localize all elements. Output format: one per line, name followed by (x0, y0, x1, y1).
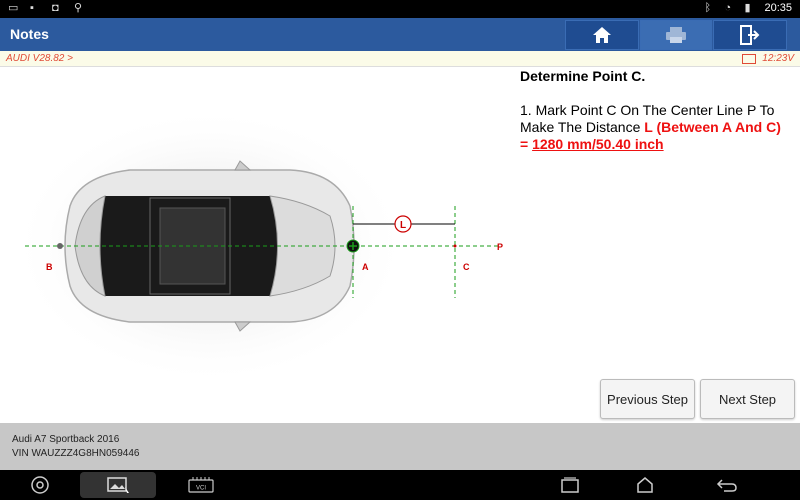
home-button[interactable] (565, 20, 639, 50)
next-step-button[interactable]: Next Step (700, 379, 795, 419)
image-icon: ▭ (8, 2, 19, 14)
vehicle-vin: VIN WAUZZZ4G8HN059446 (12, 448, 140, 459)
step-instruction: 1. Mark Point C On The Center Line P To … (520, 102, 800, 153)
instruction-equals: = (520, 136, 533, 152)
label-c: C (463, 262, 470, 272)
instruction-value: 1280 mm/50.40 inch (532, 136, 664, 152)
instruction-highlight: L (Between A And C) (644, 119, 781, 135)
home-icon (593, 27, 611, 43)
page-title: Notes (10, 26, 49, 42)
label-l: L (400, 220, 406, 231)
usb-icon: ⚲ (74, 2, 83, 14)
status-icons-left: ▭ ▪ ◘ ⚲ (8, 2, 86, 14)
status-time: 20:35 (764, 2, 792, 14)
point-b-marker (57, 243, 63, 249)
vci-button[interactable]: VCI (183, 470, 219, 500)
point-c-marker (453, 244, 457, 248)
bag-icon: ◘ (52, 2, 59, 14)
software-version[interactable]: AUDI V28.82 > (6, 53, 73, 64)
label-b: B (46, 262, 53, 272)
android-nav-bar: VCI (0, 470, 800, 500)
title-bar: Notes (0, 18, 800, 51)
back-button[interactable] (712, 470, 742, 500)
info-bar: AUDI V28.82 > 12:23V (0, 51, 800, 67)
label-p: P (497, 242, 503, 252)
vci-icon: VCI (188, 477, 214, 493)
exit-icon (740, 25, 760, 45)
home-nav-icon (637, 477, 653, 493)
vci-label: VCI (196, 486, 206, 492)
sim-icon: ▪ (30, 2, 34, 14)
car-battery-icon (742, 53, 757, 64)
vehicle-model: Audi A7 Sportback 2016 (12, 434, 120, 445)
voltage-readout: 12:23V (742, 53, 794, 64)
back-arrow-icon (716, 479, 737, 492)
voltage-value: 12:23V (762, 53, 794, 64)
home-nav-button[interactable] (630, 470, 660, 500)
battery-icon: ▮ (744, 2, 751, 14)
previous-step-button[interactable]: Previous Step (600, 379, 695, 419)
chrome-icon (31, 476, 49, 494)
print-button[interactable] (640, 20, 712, 50)
image-gallery-icon (107, 477, 129, 493)
vehicle-info-footer: Audi A7 Sportback 2016 VIN WAUZZZ4G8HN05… (0, 423, 800, 470)
printer-icon (666, 27, 686, 43)
gallery-button[interactable] (80, 472, 156, 498)
bluetooth-icon: ᛒ (704, 2, 712, 14)
label-a: A (362, 262, 369, 272)
status-bar: ▭ ▪ ◘ ⚲ ᛒ ◔ ▮ 20:35 (0, 0, 800, 18)
instruction-panel: Determine Point C. 1. Mark Point C On Th… (520, 66, 800, 153)
wifi-icon: ◔ (724, 2, 732, 14)
browser-button[interactable] (25, 470, 55, 500)
exit-button[interactable] (713, 20, 787, 50)
alignment-diagram: L B A C P (0, 66, 515, 423)
recent-apps-icon (561, 477, 579, 493)
recent-apps-button[interactable] (555, 470, 585, 500)
status-icons-right: ᛒ ◔ ▮ 20:35 (704, 2, 792, 14)
step-heading: Determine Point C. (520, 68, 646, 84)
